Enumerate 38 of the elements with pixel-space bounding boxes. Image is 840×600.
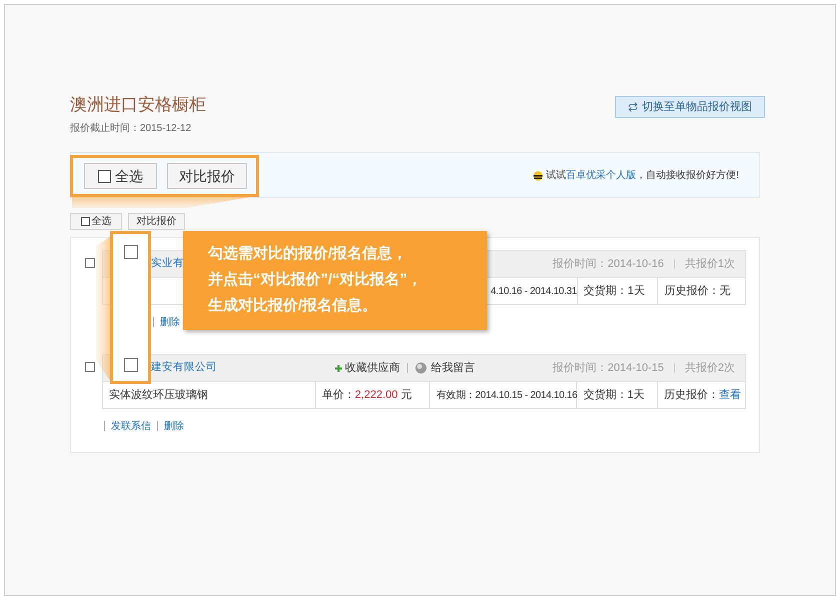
checkbox[interactable]: [85, 258, 95, 268]
compare-quotes-button[interactable]: 对比报价: [128, 213, 185, 230]
compare-quotes-button[interactable]: 对比报价: [167, 163, 247, 189]
product-name: 实体波纹环压玻璃钢: [109, 388, 208, 403]
quote-time: 报价时间：2014-10-15: [552, 360, 664, 376]
price-history: 历史报价：无: [664, 284, 730, 299]
quote-count: 共报价2次: [684, 360, 735, 376]
delivery-time: 交货期：1天: [583, 388, 644, 403]
price-history: 历史报价：查看: [664, 388, 742, 403]
company-link[interactable]: 实业有: [151, 256, 184, 272]
instruction-text: 勾选需对比的报价/报名信息， 并点击“对比报价”/“对比报名”， 生成对比报价/报名信息。: [208, 244, 424, 316]
quote-time: 报价时间：2014-10-16: [552, 256, 664, 272]
page-title: 澳洲进口安格橱柜: [70, 94, 206, 116]
view-history-link[interactable]: 查看: [719, 388, 742, 401]
checkbox[interactable]: [124, 245, 138, 259]
globe-icon: [415, 362, 427, 374]
company-link[interactable]: 建安有限公司: [151, 360, 217, 376]
delivery-time: 交货期：1天: [584, 284, 645, 299]
select-all-button[interactable]: 全选: [70, 213, 122, 230]
promo-tip: 试试百卓优采个人版，自动接收报价好方便!: [546, 168, 739, 182]
switch-view-button[interactable]: 切换至单物品报价视图: [615, 96, 765, 118]
checkbox[interactable]: [85, 362, 95, 372]
repeat-icon: [628, 102, 638, 112]
action-link[interactable]: 删除: [164, 418, 184, 434]
plus-icon: [335, 364, 342, 372]
bee-icon: [533, 170, 544, 180]
checkbox[interactable]: [124, 358, 138, 372]
validity-period: 有效期：2014.10.15 - 2014.10.16: [436, 388, 578, 402]
deadline-text: 报价截止时间：2015-12-12: [70, 122, 192, 136]
quote-count: 共报价1次: [684, 256, 735, 272]
favorite-supplier-link[interactable]: 收藏供应商: [345, 360, 400, 376]
action-link[interactable]: 发联系信: [111, 418, 151, 434]
unit-price: 单价：2,222.00 元: [322, 388, 412, 403]
personal-edition-link[interactable]: 百卓优采个人版: [566, 170, 636, 180]
select-all-button[interactable]: 全选: [84, 163, 157, 189]
validity-period: 4.10.16 - 2014.10.31: [490, 284, 577, 298]
leave-message-link[interactable]: 给我留言: [431, 360, 475, 376]
action-link[interactable]: 删除: [160, 314, 180, 330]
